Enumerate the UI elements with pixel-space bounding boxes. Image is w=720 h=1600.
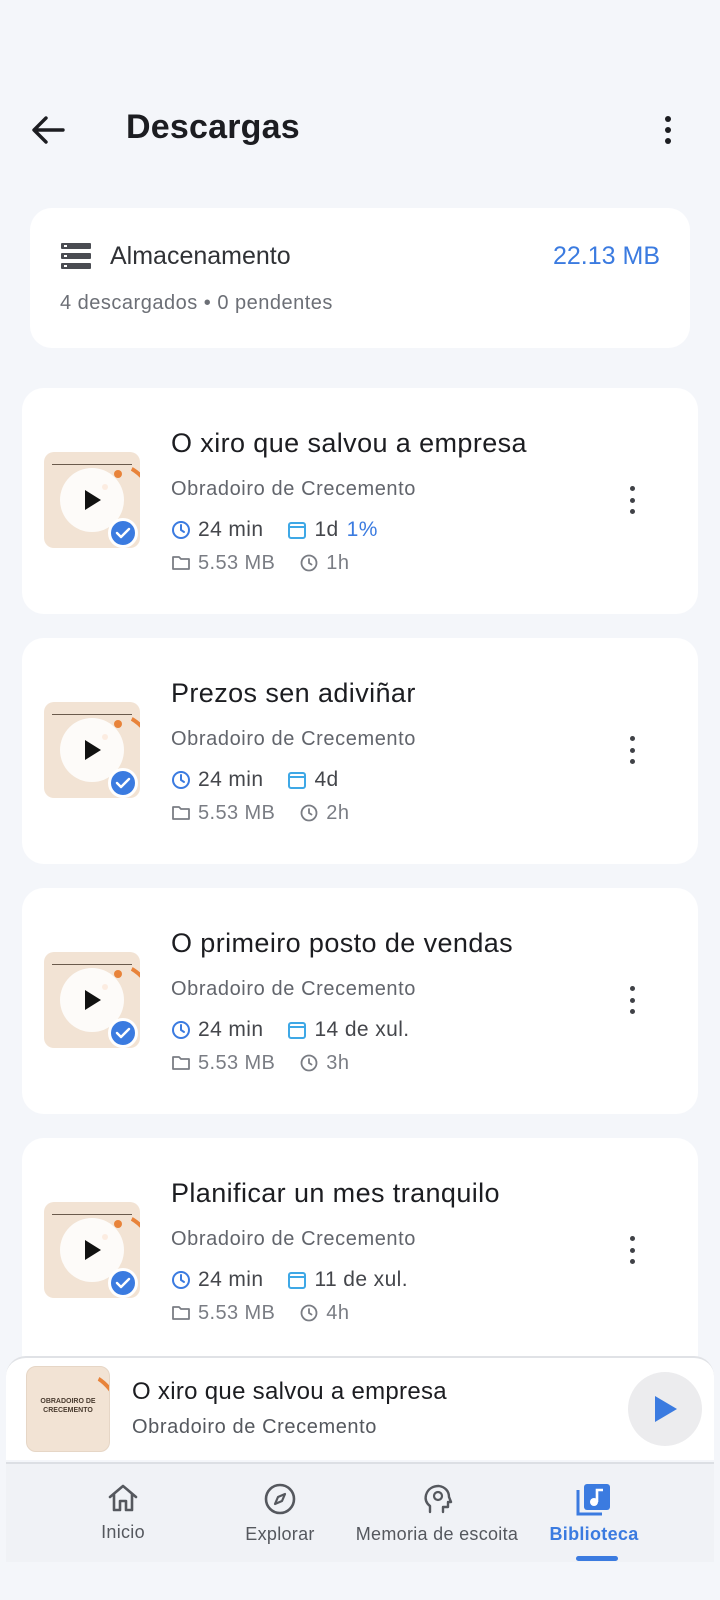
compass-icon — [264, 1483, 296, 1515]
mini-player[interactable]: OBRADOIRO DE CRECEMENTO O xiro que salvo… — [6, 1356, 714, 1460]
player-author: Obradoiro de Crecemento — [132, 1416, 378, 1438]
downloaded-ago: 3h — [326, 1051, 350, 1074]
active-tab-indicator — [576, 1556, 618, 1561]
cover-text: OBRADOIRO DE CRECEMENTO — [40, 1398, 96, 1414]
downloaded-check-icon — [108, 768, 138, 798]
play-button[interactable] — [628, 1372, 702, 1446]
episode-title: O xiro que salvou a empresa — [171, 428, 527, 458]
clock-icon — [172, 1271, 190, 1289]
download-meta: 5.53 MB 2h — [171, 799, 373, 827]
app-bar: Descargas — [0, 96, 720, 164]
clock-icon — [300, 554, 318, 572]
storage-label: Almacenamento — [110, 242, 291, 270]
more-vert-icon[interactable] — [626, 986, 638, 1014]
play-icon — [655, 1396, 677, 1422]
episode-meta: 24 min 4d — [171, 766, 371, 794]
folder-icon — [172, 556, 190, 570]
download-meta: 5.53 MB 1h — [171, 549, 373, 577]
download-item[interactable]: O xiro que salvou a empresa Obradoiro de… — [22, 388, 698, 614]
nav-item-explorar[interactable]: Explorar — [190, 1482, 370, 1545]
nav-label: Explorar — [245, 1524, 315, 1544]
arrow-left-icon — [32, 116, 65, 144]
calendar-icon — [288, 1022, 307, 1039]
nav-label: Inicio — [101, 1522, 145, 1542]
library-music-icon — [576, 1484, 610, 1516]
downloaded-ago: 4h — [326, 1301, 350, 1324]
nav-item-memoria-de-escoita[interactable]: Memoria de escoita — [347, 1482, 527, 1545]
nav-label: Biblioteca — [549, 1524, 639, 1544]
download-item[interactable]: Planificar un mes tranquilo Obradoiro de… — [22, 1138, 698, 1380]
clock-icon — [300, 1054, 318, 1072]
calendar-icon — [288, 1272, 307, 1289]
nav-label: Memoria de escoita — [355, 1524, 519, 1544]
more-vert-icon[interactable] — [626, 1236, 638, 1264]
downloaded-check-icon — [108, 1018, 138, 1048]
more-vert-icon[interactable] — [626, 736, 638, 764]
folder-icon — [172, 806, 190, 820]
episode-date: 14 de xul. — [314, 1018, 410, 1041]
download-meta: 5.53 MB 4h — [171, 1299, 373, 1327]
download-item[interactable]: O primeiro posto de vendas Obradoiro de … — [22, 888, 698, 1114]
page-title: Descargas — [126, 108, 300, 146]
player-title: O xiro que salvou a empresa — [132, 1378, 447, 1405]
episode-author: Obradoiro de Crecemento — [171, 1228, 417, 1250]
downloaded-check-icon — [108, 518, 138, 548]
episode-duration: 24 min — [198, 1018, 264, 1041]
file-size: 5.53 MB — [198, 801, 276, 824]
episode-duration: 24 min — [198, 518, 264, 541]
clock-icon — [172, 771, 190, 789]
download-meta: 5.53 MB 3h — [171, 1049, 373, 1077]
downloaded-check-icon — [108, 1268, 138, 1298]
episode-duration: 24 min — [198, 768, 264, 791]
folder-icon — [172, 1306, 190, 1320]
download-item[interactable]: Prezos sen adiviñar Obradoiro de Creceme… — [22, 638, 698, 864]
back-button[interactable] — [28, 110, 68, 150]
episode-date: 4d — [314, 768, 339, 791]
episode-meta: 24 min 11 de xul. — [171, 1266, 440, 1294]
calendar-icon — [288, 772, 307, 789]
more-vert-icon[interactable] — [656, 112, 680, 148]
episode-date: 1d — [314, 518, 339, 541]
nav-item-biblioteca[interactable]: Biblioteca — [504, 1482, 684, 1545]
clock-icon — [300, 1304, 318, 1322]
episode-title: O primeiro posto de vendas — [171, 928, 514, 958]
home-icon — [108, 1484, 138, 1512]
clock-icon — [172, 1021, 190, 1039]
nav-item-inicio[interactable]: Inicio — [33, 1482, 213, 1543]
episode-title: Prezos sen adiviñar — [171, 678, 416, 708]
episode-date: 11 de xul. — [314, 1268, 408, 1291]
episode-author: Obradoiro de Crecemento — [171, 478, 417, 500]
clock-icon — [300, 804, 318, 822]
player-cover[interactable]: OBRADOIRO DE CRECEMENTO — [26, 1366, 110, 1452]
downloaded-ago: 1h — [326, 551, 350, 574]
episode-author: Obradoiro de Crecemento — [171, 978, 417, 1000]
episode-meta: 24 min 14 de xul. — [171, 1016, 442, 1044]
storage-size: 22.13 MB — [552, 242, 660, 270]
file-size: 5.53 MB — [198, 551, 276, 574]
storage-icon — [61, 243, 91, 269]
head-gear-icon — [424, 1484, 453, 1514]
episode-title: Planificar un mes tranquilo — [171, 1178, 500, 1208]
episode-author: Obradoiro de Crecemento — [171, 728, 417, 750]
episode-progress: 1% — [346, 518, 378, 541]
episode-duration: 24 min — [198, 1268, 264, 1291]
calendar-icon — [288, 522, 307, 539]
folder-icon — [172, 1056, 190, 1070]
episode-meta: 24 min 1d 1% — [171, 516, 402, 544]
downloaded-ago: 2h — [326, 801, 350, 824]
storage-summary: 4 descargados • 0 pendentes — [60, 292, 333, 314]
bottom-navigation: Inicio Explorar Memoria de escoita Bibli… — [6, 1462, 714, 1562]
more-vert-icon[interactable] — [626, 486, 638, 514]
file-size: 5.53 MB — [198, 1301, 276, 1324]
clock-icon — [172, 521, 190, 539]
file-size: 5.53 MB — [198, 1051, 276, 1074]
storage-card: Almacenamento 22.13 MB 4 descargados • 0… — [30, 208, 690, 348]
